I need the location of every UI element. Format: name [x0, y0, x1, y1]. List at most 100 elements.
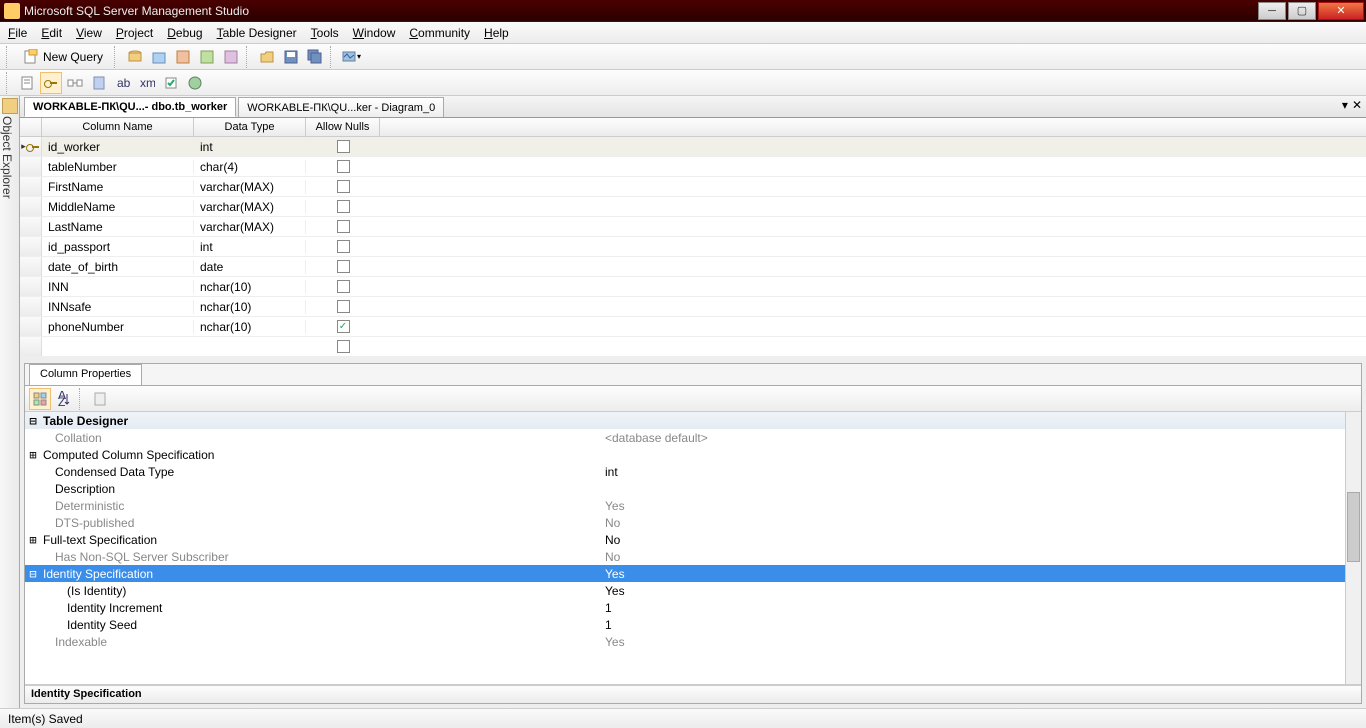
- dmx-query-button[interactable]: [196, 46, 218, 68]
- generate-script-button[interactable]: [16, 72, 38, 94]
- column-name-cell[interactable]: id_passport: [42, 240, 194, 254]
- checkbox[interactable]: ✓: [337, 320, 350, 333]
- close-button[interactable]: ✕: [1318, 2, 1364, 20]
- column-name-cell[interactable]: FirstName: [42, 180, 194, 194]
- property-value[interactable]: No: [601, 516, 1361, 530]
- xml-index-button[interactable]: xml: [136, 72, 158, 94]
- row-selector[interactable]: [20, 257, 42, 276]
- table-column-row[interactable]: tableNumberchar(4): [20, 157, 1366, 177]
- row-selector[interactable]: [20, 157, 42, 176]
- table-column-row[interactable]: FirstNamevarchar(MAX): [20, 177, 1366, 197]
- save-button[interactable]: [280, 46, 302, 68]
- menu-table-designer[interactable]: Table Designer: [217, 26, 297, 40]
- menu-file[interactable]: File: [8, 26, 27, 40]
- indexes-button[interactable]: [88, 72, 110, 94]
- xmla-query-button[interactable]: [220, 46, 242, 68]
- property-row[interactable]: Identity Seed1: [25, 616, 1361, 633]
- checkbox[interactable]: [337, 180, 350, 193]
- menu-view[interactable]: View: [76, 26, 102, 40]
- categorized-button[interactable]: [29, 388, 51, 410]
- row-selector[interactable]: ▸: [20, 137, 42, 156]
- column-name-cell[interactable]: id_worker: [42, 140, 194, 154]
- property-row[interactable]: DeterministicYes: [25, 497, 1361, 514]
- allow-nulls-cell[interactable]: [306, 220, 380, 233]
- property-value[interactable]: 1: [601, 601, 1361, 615]
- object-explorer-panel[interactable]: Object Explorer: [0, 96, 20, 708]
- column-name-cell[interactable]: tableNumber: [42, 160, 194, 174]
- properties-scrollbar[interactable]: [1345, 412, 1361, 684]
- activity-monitor-button[interactable]: ▾: [340, 46, 362, 68]
- maximize-button[interactable]: ▢: [1288, 2, 1316, 20]
- column-name-cell[interactable]: date_of_birth: [42, 260, 194, 274]
- row-selector[interactable]: [20, 237, 42, 256]
- menu-tools[interactable]: Tools: [311, 26, 339, 40]
- property-value[interactable]: Yes: [601, 635, 1361, 649]
- row-selector[interactable]: [20, 297, 42, 316]
- data-type-cell[interactable]: nchar(10): [194, 300, 306, 314]
- menu-community[interactable]: Community: [409, 26, 470, 40]
- column-name-cell[interactable]: INNsafe: [42, 300, 194, 314]
- open-file-button[interactable]: [256, 46, 278, 68]
- data-type-cell[interactable]: varchar(MAX): [194, 220, 306, 234]
- checkbox[interactable]: [337, 340, 350, 353]
- data-type-cell[interactable]: date: [194, 260, 306, 274]
- checkbox[interactable]: [337, 280, 350, 293]
- data-type-cell[interactable]: nchar(10): [194, 320, 306, 334]
- allow-nulls-cell[interactable]: [306, 280, 380, 293]
- property-value[interactable]: No: [601, 550, 1361, 564]
- check-constraint-button[interactable]: [160, 72, 182, 94]
- allow-nulls-cell[interactable]: [306, 180, 380, 193]
- property-pages-button[interactable]: [89, 388, 111, 410]
- allow-nulls-cell[interactable]: [306, 240, 380, 253]
- property-row[interactable]: (Is Identity)Yes: [25, 582, 1361, 599]
- expand-toggle[interactable]: ⊟: [25, 414, 41, 428]
- expand-toggle[interactable]: ⊞: [25, 448, 41, 462]
- new-query-button[interactable]: New Query: [16, 46, 110, 68]
- expand-toggle[interactable]: ⊞: [25, 533, 41, 547]
- property-value[interactable]: <database default>: [601, 431, 1361, 445]
- property-row[interactable]: Description: [25, 480, 1361, 497]
- property-row[interactable]: ⊟Table Designer: [25, 412, 1361, 429]
- checkbox[interactable]: [337, 220, 350, 233]
- row-selector[interactable]: [20, 177, 42, 196]
- allow-nulls-cell[interactable]: [306, 200, 380, 213]
- table-column-row[interactable]: ▸id_workerint: [20, 137, 1366, 157]
- allow-nulls-cell[interactable]: [306, 140, 380, 153]
- table-column-row[interactable]: INNnchar(10): [20, 277, 1366, 297]
- relationships-button[interactable]: [64, 72, 86, 94]
- column-properties-tab[interactable]: Column Properties: [29, 364, 142, 385]
- analysis-query-button[interactable]: [148, 46, 170, 68]
- data-type-cell[interactable]: varchar(MAX): [194, 180, 306, 194]
- table-column-row-new[interactable]: [20, 337, 1366, 357]
- column-name-cell[interactable]: MiddleName: [42, 200, 194, 214]
- checkbox[interactable]: [337, 200, 350, 213]
- row-selector[interactable]: [20, 217, 42, 236]
- property-value[interactable]: Yes: [601, 567, 1361, 581]
- property-value[interactable]: Yes: [601, 499, 1361, 513]
- document-tab[interactable]: WORKABLE-ПК\QU...ker - Diagram_0: [238, 97, 444, 117]
- property-row[interactable]: Identity Increment1: [25, 599, 1361, 616]
- data-type-cell[interactable]: nchar(10): [194, 280, 306, 294]
- scroll-thumb[interactable]: [1347, 492, 1360, 562]
- property-row[interactable]: ⊟Identity SpecificationYes: [25, 565, 1361, 582]
- menu-debug[interactable]: Debug: [167, 26, 202, 40]
- menu-edit[interactable]: Edit: [41, 26, 62, 40]
- property-value[interactable]: int: [601, 465, 1361, 479]
- document-tab[interactable]: WORKABLE-ПК\QU...- dbo.tb_worker: [24, 97, 236, 117]
- alphabetical-button[interactable]: AZ: [53, 388, 75, 410]
- table-column-row[interactable]: LastNamevarchar(MAX): [20, 217, 1366, 237]
- table-column-row[interactable]: phoneNumbernchar(10) ✓: [20, 317, 1366, 337]
- data-type-cell[interactable]: int: [194, 140, 306, 154]
- checkbox[interactable]: [337, 160, 350, 173]
- row-selector[interactable]: [20, 337, 42, 356]
- property-row[interactable]: Collation<database default>: [25, 429, 1361, 446]
- table-column-row[interactable]: MiddleNamevarchar(MAX): [20, 197, 1366, 217]
- column-name-cell[interactable]: phoneNumber: [42, 320, 194, 334]
- expand-toggle[interactable]: ⊟: [25, 567, 41, 581]
- allow-nulls-cell[interactable]: ✓: [306, 320, 380, 333]
- spatial-index-button[interactable]: [184, 72, 206, 94]
- table-column-row[interactable]: INNsafenchar(10): [20, 297, 1366, 317]
- property-row[interactable]: Condensed Data Typeint: [25, 463, 1361, 480]
- row-selector[interactable]: [20, 277, 42, 296]
- data-type-cell[interactable]: varchar(MAX): [194, 200, 306, 214]
